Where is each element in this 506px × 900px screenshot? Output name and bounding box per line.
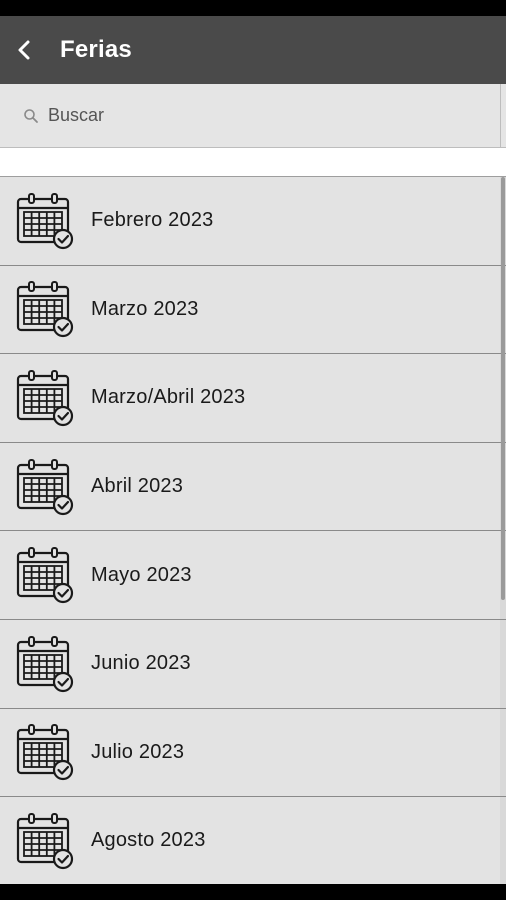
page-title: Ferias	[60, 36, 132, 63]
row-edge	[500, 708, 506, 797]
calendar-check-icon	[16, 281, 74, 338]
search-input[interactable]	[46, 104, 450, 127]
calendar-check-icon	[16, 812, 74, 870]
scrollbar[interactable]	[501, 177, 505, 600]
month-list[interactable]: Febrero 2023 Marzo 2023 Marzo/Abril 2023…	[0, 177, 506, 884]
list-item-label: Marzo/Abril 2023	[91, 386, 246, 409]
chevron-left-icon	[18, 40, 30, 60]
back-button[interactable]	[4, 30, 44, 70]
row-edge	[500, 619, 506, 708]
list-item[interactable]: Abril 2023	[0, 442, 506, 532]
search-icon	[22, 107, 40, 125]
list-item[interactable]: Marzo 2023	[0, 265, 506, 355]
status-bar	[0, 0, 506, 16]
list-item-label: Agosto 2023	[91, 829, 206, 852]
calendar-check-icon	[16, 724, 74, 781]
navigation-bar	[0, 884, 506, 900]
list-item[interactable]: Febrero 2023	[0, 177, 506, 266]
list-header-spacer	[0, 148, 506, 177]
calendar-check-icon	[16, 192, 74, 249]
list-item[interactable]: Marzo/Abril 2023	[0, 354, 506, 443]
calendar-check-icon	[16, 547, 74, 604]
list-item[interactable]: Agosto 2023	[0, 797, 506, 884]
list-item-label: Abril 2023	[91, 475, 184, 498]
list-item-label: Julio 2023	[91, 740, 185, 763]
calendar-check-icon	[16, 635, 74, 692]
list-item-label: Marzo 2023	[91, 297, 199, 320]
list-item-label: Mayo 2023	[91, 563, 192, 586]
divider	[500, 84, 501, 148]
list-item[interactable]: Junio 2023	[0, 619, 506, 709]
list-item-label: Junio 2023	[91, 652, 191, 675]
list-item[interactable]: Julio 2023	[0, 708, 506, 798]
calendar-check-icon	[16, 369, 74, 427]
search-field[interactable]	[0, 84, 500, 147]
list-item[interactable]: Mayo 2023	[0, 531, 506, 620]
row-edge	[500, 797, 506, 884]
calendar-check-icon	[16, 458, 74, 515]
search-bar	[0, 84, 506, 148]
app-screen: Ferias Buscar Febrero 2023 Marzo 2023 Ma…	[0, 0, 506, 900]
list-item-label: Febrero 2023	[91, 209, 214, 232]
app-bar: Ferias	[0, 16, 506, 84]
